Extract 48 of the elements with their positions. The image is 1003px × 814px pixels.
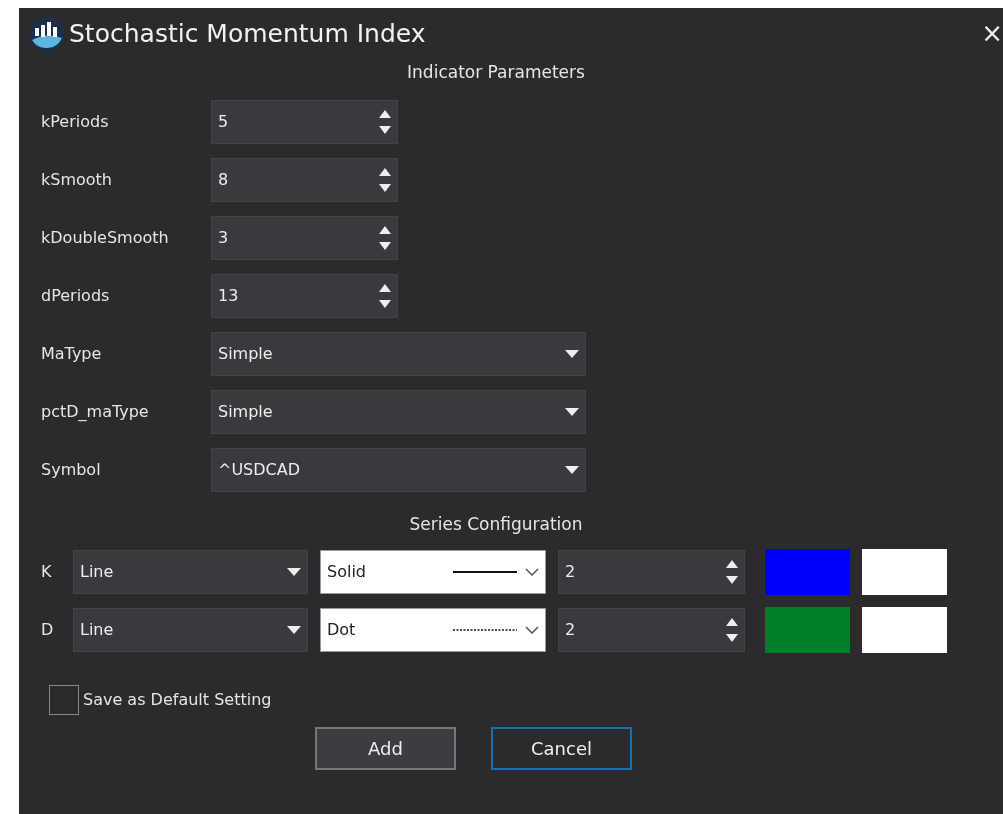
field-label: Symbol — [41, 458, 102, 481]
caret-icon — [565, 465, 579, 474]
color-swatch[interactable] — [862, 607, 947, 653]
field-label: MaType — [41, 342, 103, 365]
spinner-icon[interactable] — [379, 225, 391, 250]
checkbox-label: Save as Default Setting — [83, 689, 272, 711]
spinner-icon[interactable] — [379, 109, 391, 134]
number-field[interactable]: 2 — [558, 550, 745, 594]
chevron-icon — [525, 626, 539, 634]
color-swatch[interactable] — [765, 607, 850, 653]
dialog-button[interactable]: Add — [315, 727, 456, 770]
spinner-icon[interactable] — [379, 283, 391, 308]
dropdown[interactable]: Simple — [211, 331, 586, 376]
number-field[interactable]: 5 — [211, 99, 398, 144]
dropdown[interactable]: Line — [73, 608, 308, 652]
caret-icon — [287, 626, 301, 634]
number-field[interactable]: 3 — [211, 215, 398, 260]
caret-icon — [565, 407, 579, 416]
spinner-icon[interactable] — [726, 618, 738, 642]
dialog-button[interactable]: Cancel — [491, 727, 632, 770]
spinner-icon[interactable] — [726, 560, 738, 584]
number-field[interactable]: 13 — [211, 273, 398, 318]
number-field[interactable]: 2 — [558, 608, 745, 652]
dropdown[interactable]: Line — [73, 550, 308, 594]
color-swatch[interactable] — [765, 549, 850, 595]
number-field[interactable]: 8 — [211, 157, 398, 202]
caret-icon — [565, 349, 579, 358]
chevron-icon — [525, 568, 539, 576]
field-label: kDoubleSmooth — [41, 226, 170, 249]
close-button[interactable]: × — [977, 20, 1003, 46]
color-swatch[interactable] — [862, 549, 947, 595]
spinner-icon[interactable] — [379, 167, 391, 192]
series-label: D — [41, 619, 55, 641]
checkbox[interactable] — [49, 685, 79, 715]
field-label: pctD_maType — [41, 400, 150, 423]
caret-icon — [287, 568, 301, 576]
field-label: kSmooth — [41, 168, 113, 191]
line-style-dropdown[interactable]: Solid — [320, 550, 546, 594]
series-label: K — [41, 561, 53, 583]
logo-icon — [29, 16, 65, 52]
dropdown[interactable]: ^USDCAD — [211, 447, 586, 492]
field-label: kPeriods — [41, 110, 110, 133]
section-heading: Series Configuration — [408, 512, 584, 536]
line-style-dropdown[interactable]: Dot — [320, 608, 546, 652]
dialog-title: Stochastic Momentum Index — [69, 18, 426, 51]
section-heading: Indicator Parameters — [406, 61, 586, 84]
field-label: dPeriods — [41, 284, 111, 307]
dropdown[interactable]: Simple — [211, 389, 586, 434]
